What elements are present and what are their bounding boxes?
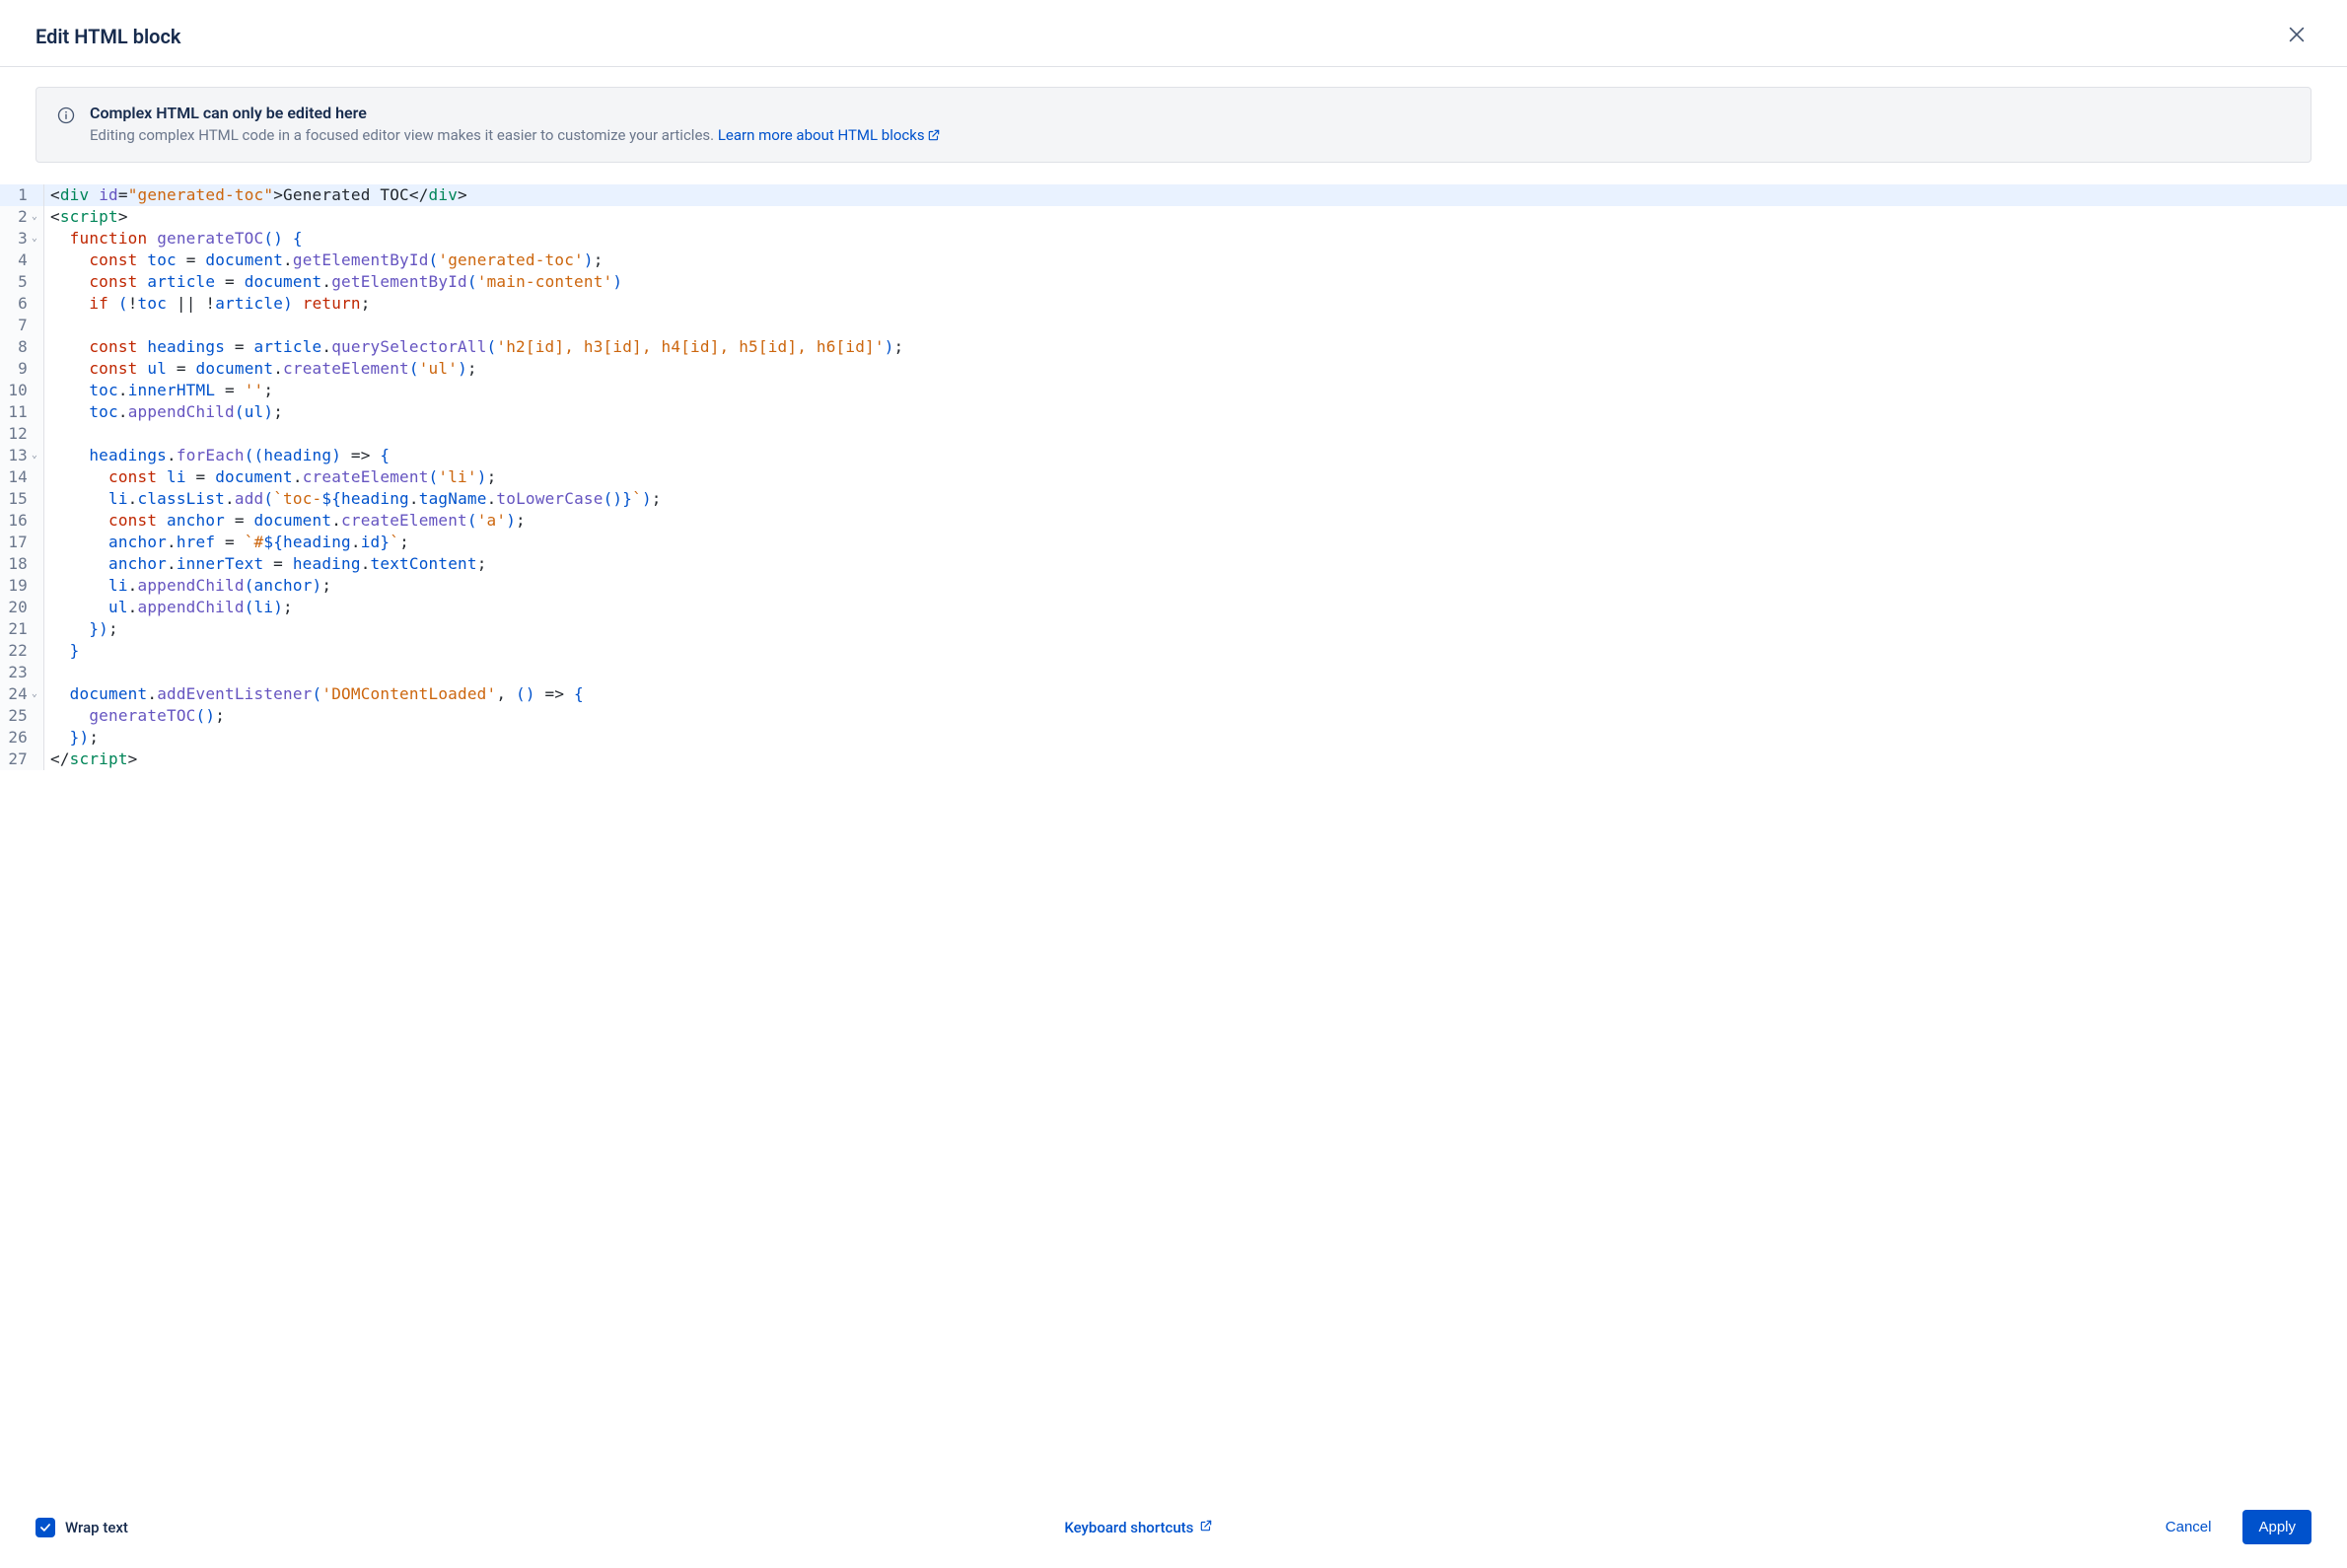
code-line[interactable]: const headings = article.querySelectorAl… [44, 336, 2347, 358]
line-number: 21 [0, 618, 43, 640]
code-line[interactable]: } [44, 640, 2347, 662]
line-number: 22 [0, 640, 43, 662]
modal-title: Edit HTML block [36, 25, 2282, 48]
fold-toggle-icon[interactable]: ⌄ [30, 683, 39, 705]
close-button[interactable] [2282, 20, 2311, 52]
apply-button[interactable]: Apply [2242, 1510, 2311, 1544]
line-number: 25 [0, 705, 43, 727]
code-line[interactable]: <script> [44, 206, 2347, 228]
line-number: 19 [0, 575, 43, 597]
line-number: 17 [0, 532, 43, 553]
code-line[interactable]: toc.appendChild(ul); [44, 401, 2347, 423]
code-line[interactable]: const anchor = document.createElement('a… [44, 510, 2347, 532]
code-line[interactable]: toc.innerHTML = ''; [44, 380, 2347, 401]
line-number: 18 [0, 553, 43, 575]
code-line[interactable]: const ul = document.createElement('ul'); [44, 358, 2347, 380]
line-number: 10 [0, 380, 43, 401]
line-number: 15 [0, 488, 43, 510]
modal-footer: Wrap text Keyboard shortcuts Cancel Appl… [0, 1492, 2347, 1568]
info-title: Complex HTML can only be edited here [90, 104, 941, 122]
code-line[interactable]: const article = document.getElementById(… [44, 271, 2347, 293]
line-number-gutter: 12⌄3⌄45678910111213⌄14151617181920212223… [0, 184, 44, 770]
code-line[interactable]: anchor.innerText = heading.textContent; [44, 553, 2347, 575]
code-line[interactable]: if (!toc || !article) return; [44, 293, 2347, 315]
code-line[interactable]: ul.appendChild(li); [44, 597, 2347, 618]
code-line[interactable]: const toc = document.getElementById('gen… [44, 249, 2347, 271]
cancel-button[interactable]: Cancel [2150, 1510, 2228, 1544]
code-line[interactable] [44, 662, 2347, 683]
line-number: 8 [0, 336, 43, 358]
learn-more-link[interactable]: Learn more about HTML blocks [718, 126, 941, 144]
fold-toggle-icon[interactable]: ⌄ [30, 206, 39, 228]
line-number: 13⌄ [0, 445, 43, 466]
code-line[interactable]: generateTOC(); [44, 705, 2347, 727]
code-line[interactable]: anchor.href = `#${heading.id}`; [44, 532, 2347, 553]
code-line[interactable]: function generateTOC() { [44, 228, 2347, 249]
line-number: 20 [0, 597, 43, 618]
close-icon [2286, 24, 2308, 48]
line-number: 7 [0, 315, 43, 336]
external-link-icon [927, 128, 941, 146]
line-number: 27 [0, 748, 43, 770]
code-line[interactable]: headings.forEach((heading) => { [44, 445, 2347, 466]
code-line[interactable]: }); [44, 727, 2347, 748]
code-line[interactable]: const li = document.createElement('li'); [44, 466, 2347, 488]
line-number: 5 [0, 271, 43, 293]
info-description: Editing complex HTML code in a focused e… [90, 126, 941, 146]
fold-toggle-icon[interactable]: ⌄ [30, 445, 39, 466]
checkbox-checked-icon [36, 1518, 55, 1537]
code-line[interactable]: }); [44, 618, 2347, 640]
code-editor[interactable]: 12⌄3⌄45678910111213⌄14151617181920212223… [0, 184, 2347, 1492]
code-line[interactable]: <div id="generated-toc">Generated TOC</d… [44, 184, 2347, 206]
info-icon [56, 106, 76, 146]
code-line[interactable]: li.classList.add(`toc-${heading.tagName.… [44, 488, 2347, 510]
edit-html-modal: Edit HTML block Complex HTML can only be… [0, 0, 2347, 1568]
info-content: Complex HTML can only be edited here Edi… [90, 104, 941, 146]
code-line[interactable]: </script> [44, 748, 2347, 770]
code-line[interactable]: li.appendChild(anchor); [44, 575, 2347, 597]
fold-toggle-icon[interactable]: ⌄ [30, 228, 39, 249]
code-line[interactable] [44, 423, 2347, 445]
wrap-text-checkbox[interactable]: Wrap text [36, 1518, 128, 1537]
line-number: 3⌄ [0, 228, 43, 249]
line-number: 14 [0, 466, 43, 488]
line-number: 4 [0, 249, 43, 271]
modal-header: Edit HTML block [0, 0, 2347, 67]
line-number: 9 [0, 358, 43, 380]
line-number: 23 [0, 662, 43, 683]
line-number: 6 [0, 293, 43, 315]
line-number: 2⌄ [0, 206, 43, 228]
code-line[interactable]: document.addEventListener('DOMContentLoa… [44, 683, 2347, 705]
line-number: 16 [0, 510, 43, 532]
line-number: 1 [0, 184, 43, 206]
wrap-text-label: Wrap text [65, 1519, 128, 1536]
code-area[interactable]: <div id="generated-toc">Generated TOC</d… [44, 184, 2347, 770]
line-number: 26 [0, 727, 43, 748]
keyboard-shortcuts-link[interactable]: Keyboard shortcuts [1064, 1519, 1213, 1536]
line-number: 24⌄ [0, 683, 43, 705]
line-number: 11 [0, 401, 43, 423]
info-banner: Complex HTML can only be edited here Edi… [36, 87, 2311, 163]
code-line[interactable] [44, 315, 2347, 336]
line-number: 12 [0, 423, 43, 445]
external-link-icon [1199, 1519, 1213, 1536]
